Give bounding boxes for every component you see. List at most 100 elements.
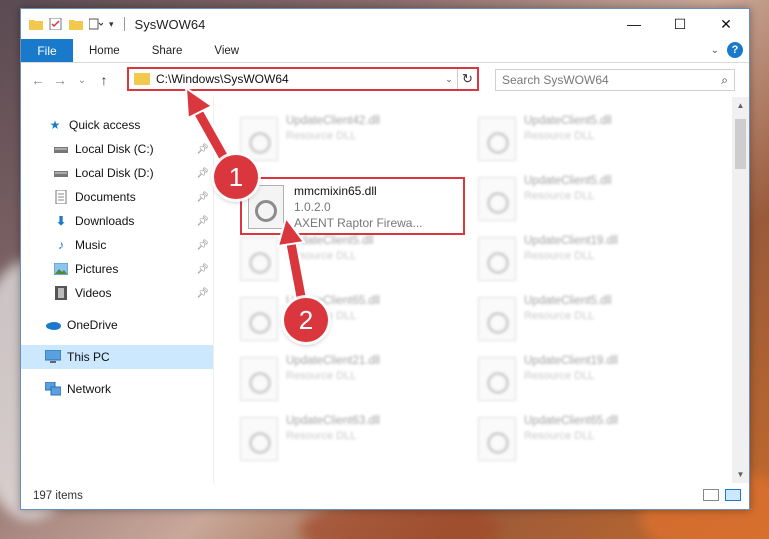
minimize-button[interactable]: —	[611, 9, 657, 39]
sidebar-item-downloads[interactable]: ⬇ Downloads 📌︎	[21, 209, 213, 233]
details-view-icon[interactable]	[703, 489, 719, 501]
scrollbar-thumb[interactable]	[735, 119, 746, 169]
pin-icon[interactable]: 📌︎	[196, 192, 209, 203]
file-name: UpdateClient42.dll	[286, 115, 380, 127]
file-type: Resource DLL	[286, 370, 357, 382]
chevron-down-icon[interactable]: ▾	[109, 19, 114, 30]
pin-icon[interactable]: 📌︎	[196, 288, 209, 299]
sidebar-item-label: Network	[67, 382, 112, 396]
sidebar-item-network[interactable]: Network	[21, 377, 213, 401]
new-folder-icon[interactable]	[69, 18, 83, 30]
status-bar: 197 items	[21, 483, 749, 509]
pin-icon[interactable]: 📌︎	[196, 144, 209, 155]
sidebar-item-local-disk-c[interactable]: Local Disk (C:) 📌︎	[21, 137, 213, 161]
highlighted-file-item[interactable]: mmcmixin65.dll 1.0.2.0 AXENT Raptor Fire…	[240, 177, 465, 235]
list-item[interactable]: UpdateClient65.dllResource DLL	[234, 293, 464, 349]
large-icons-view-icon[interactable]	[725, 489, 741, 501]
forward-button[interactable]: →	[49, 72, 71, 88]
title-bar: ▾ SysWOW64 — ☐ ✕	[21, 9, 749, 39]
maximize-button[interactable]: ☐	[657, 9, 703, 39]
close-button[interactable]: ✕	[703, 9, 749, 39]
sidebar-item-label: Videos	[75, 286, 112, 300]
pin-icon[interactable]: 📌︎	[196, 240, 209, 251]
list-item[interactable]: UpdateClient5.dll Resource DLL	[472, 113, 702, 169]
sidebar-item-label: Pictures	[75, 262, 119, 276]
file-type: Resource DLL	[524, 370, 595, 382]
list-item[interactable]: UpdateClient63.dll Resource DLL	[234, 413, 464, 469]
star-icon: ★	[49, 118, 61, 132]
explorer-window: ▾ SysWOW64 — ☐ ✕ File Home Share View ⌄ …	[20, 8, 750, 510]
dll-file-icon	[478, 297, 516, 341]
sidebar-item-label: Music	[75, 238, 107, 252]
sidebar-item-quick-access[interactable]: ★ Quick access	[21, 113, 213, 137]
search-input[interactable]: Search SysWOW64 ⌕	[495, 69, 735, 91]
file-type: Resource DLL	[524, 430, 595, 442]
expand-ribbon-icon[interactable]: ⌄	[711, 45, 719, 56]
up-button[interactable]: ↑	[93, 72, 115, 88]
back-button[interactable]: ←	[27, 72, 49, 88]
vertical-scrollbar[interactable]: ▲ ▼	[732, 97, 749, 483]
dll-file-icon	[240, 117, 278, 161]
list-item[interactable]: UpdateClient5.dll Resource DLL	[472, 293, 702, 349]
sidebar-item-label: This PC	[67, 350, 110, 364]
pin-icon[interactable]: 📌︎	[196, 216, 209, 227]
quick-access-toolbar: ▾	[21, 17, 125, 31]
customize-toolbar-icon[interactable]	[89, 18, 103, 30]
properties-icon[interactable]	[49, 18, 63, 30]
help-icon[interactable]: ?	[727, 42, 743, 58]
sidebar-item-music[interactable]: ♪ Music 📌︎	[21, 233, 213, 257]
refresh-icon[interactable]: ↻	[457, 69, 477, 89]
sidebar-item-videos[interactable]: Videos 📌︎	[21, 281, 213, 305]
scroll-down-icon[interactable]: ▼	[732, 470, 749, 479]
file-name: UpdateClient63.dll	[286, 415, 380, 427]
search-icon[interactable]: ⌕	[721, 73, 728, 88]
address-dropdown-icon[interactable]: ⌄	[441, 74, 457, 85]
view-toggle	[703, 489, 741, 501]
list-item[interactable]: UpdateClient19.dll Resource DLL	[472, 233, 702, 289]
sidebar-item-onedrive[interactable]: OneDrive	[21, 313, 213, 337]
ribbon-right-controls: ⌄ ?	[711, 42, 743, 58]
network-icon	[45, 382, 61, 396]
file-version: 1.0.2.0	[294, 200, 331, 214]
computer-icon	[45, 350, 61, 364]
cloud-icon	[45, 318, 61, 332]
dll-file-icon	[478, 117, 516, 161]
tab-home[interactable]: Home	[73, 39, 136, 62]
list-item[interactable]: UpdateClient21.dll Resource DLL	[234, 353, 464, 409]
drive-icon	[53, 166, 69, 180]
tab-view[interactable]: View	[198, 39, 255, 62]
folder-icon	[134, 73, 150, 85]
file-name: UpdateClient21.dll	[286, 355, 380, 367]
pin-icon[interactable]: 📌︎	[196, 264, 209, 275]
address-bar[interactable]: C:\Windows\SysWOW64 ⌄ ↻	[127, 67, 479, 91]
sidebar-item-label: Downloads	[75, 214, 135, 228]
sidebar-item-this-pc[interactable]: This PC	[21, 345, 213, 369]
recent-locations-button[interactable]: ⌄	[71, 75, 93, 86]
list-item[interactable]: UpdateClient5.dll Resource DLL	[472, 173, 702, 229]
pin-icon[interactable]: 📌︎	[196, 168, 209, 179]
list-item[interactable]: UpdateClient5.dll Resource DLL	[234, 233, 464, 289]
navigation-pane: ★ Quick access Local Disk (C:) 📌︎ Local …	[21, 97, 214, 483]
scroll-up-icon[interactable]: ▲	[732, 101, 749, 110]
sidebar-item-documents[interactable]: Documents 📌︎	[21, 185, 213, 209]
dll-file-icon	[240, 357, 278, 401]
sidebar-item-local-disk-d[interactable]: Local Disk (D:) 📌︎	[21, 161, 213, 185]
list-item[interactable]: UpdateClient65.dllResource DLL	[472, 413, 702, 469]
list-item[interactable]: UpdateClient42.dll Resource DLL	[234, 113, 464, 169]
sidebar-item-pictures[interactable]: Pictures 📌︎	[21, 257, 213, 281]
file-name: UpdateClient19.dll	[524, 355, 618, 367]
tab-file[interactable]: File	[21, 39, 73, 62]
address-path[interactable]: C:\Windows\SysWOW64	[156, 72, 441, 86]
sidebar-item-label: Local Disk (D:)	[75, 166, 154, 180]
step-1-badge: 1	[214, 155, 258, 199]
list-item[interactable]: UpdateClient19.dll Resource DLL	[472, 353, 702, 409]
file-name: UpdateClient5.dll	[286, 235, 374, 247]
navigation-bar: ← → ⌄ ↑ C:\Windows\SysWOW64 ⌄ ↻ Search S…	[21, 63, 749, 97]
search-placeholder: Search SysWOW64	[502, 73, 609, 87]
documents-icon	[53, 190, 69, 204]
tab-share[interactable]: Share	[136, 39, 199, 62]
file-type: Resource DLL	[524, 190, 595, 202]
file-type: Resource DLL	[286, 430, 357, 442]
dll-file-icon	[248, 185, 284, 229]
file-name: mmcmixin65.dll	[294, 184, 377, 198]
